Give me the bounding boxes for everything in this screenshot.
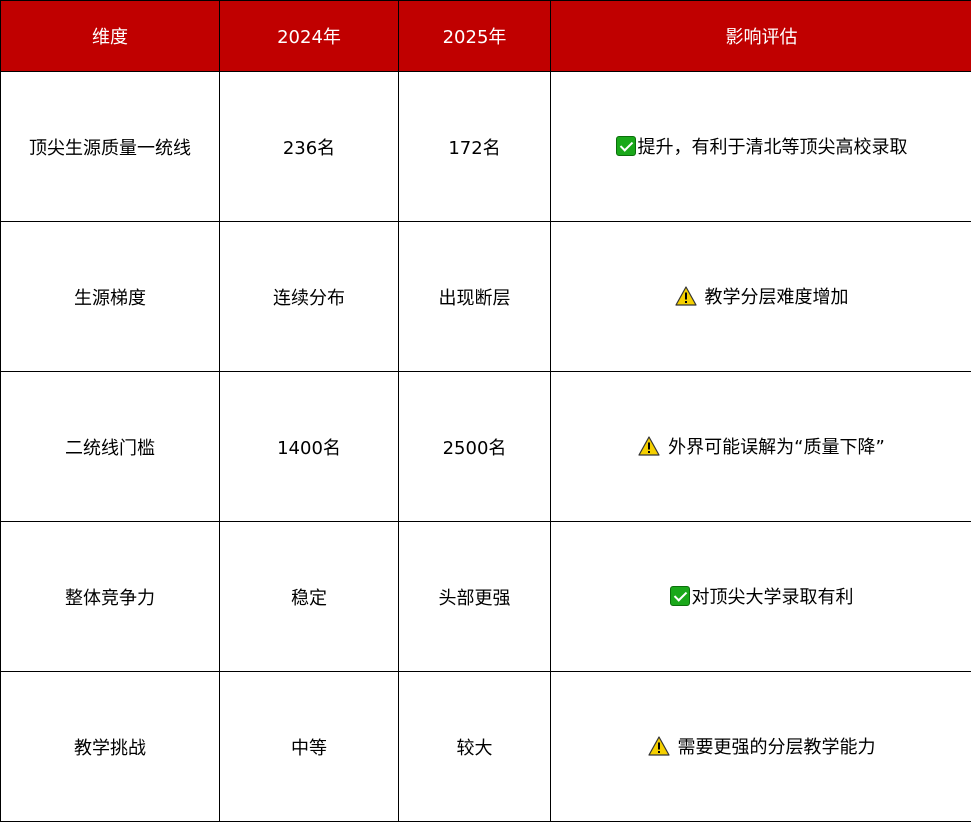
cell-2025: 头部更强	[398, 521, 551, 672]
header-2025: 2025年	[398, 0, 551, 72]
warning-icon	[647, 735, 670, 756]
cell-dimension: 顶尖生源质量一统线	[0, 71, 220, 222]
cell-impact: 外界可能误解为“质量下降”	[550, 371, 971, 522]
impact-text: 对顶尖大学录取有利	[691, 586, 854, 608]
cell-2024: 1400名	[219, 371, 399, 522]
impact-content: 对顶尖大学录取有利	[669, 583, 854, 609]
table-row: 二统线门槛 1400名 2500名 外界可能误解为“质量下降”	[0, 371, 971, 522]
cell-impact: 需要更强的分层教学能力	[550, 671, 971, 822]
warning-icon	[674, 285, 697, 306]
cell-2024: 连续分布	[219, 221, 399, 372]
check-icon	[615, 135, 636, 156]
cell-impact: 对顶尖大学录取有利	[550, 521, 971, 672]
cell-2024: 中等	[219, 671, 399, 822]
cell-dimension: 整体竞争力	[0, 521, 220, 672]
header-2024: 2024年	[219, 0, 399, 72]
impact-content: 外界可能误解为“质量下降”	[638, 433, 885, 459]
cell-2025: 172名	[398, 71, 551, 222]
header-row: 维度 2024年 2025年 影响评估	[0, 0, 971, 72]
table-row: 顶尖生源质量一统线 236名 172名 提升，有利于清北等顶尖高校录取	[0, 71, 971, 222]
table-row: 教学挑战 中等 较大 需要更强的分层教学能力	[0, 671, 971, 822]
cell-2025: 较大	[398, 671, 551, 822]
table-row: 整体竞争力 稳定 头部更强 对顶尖大学录取有利	[0, 521, 971, 672]
header-dimension: 维度	[0, 0, 220, 72]
cell-2025: 出现断层	[398, 221, 551, 372]
impact-content: 教学分层难度增加	[674, 283, 849, 309]
impact-text: 外界可能误解为“质量下降”	[668, 436, 885, 458]
cell-dimension: 教学挑战	[0, 671, 220, 822]
table-body: 顶尖生源质量一统线 236名 172名 提升，有利于清北等顶尖高校录取 生源梯度…	[0, 71, 971, 822]
table-row: 生源梯度 连续分布 出现断层 教学分层难度增加	[0, 221, 971, 372]
cell-2024: 稳定	[219, 521, 399, 672]
cell-impact: 教学分层难度增加	[550, 221, 971, 372]
impact-text: 提升，有利于清北等顶尖高校录取	[637, 136, 908, 158]
check-icon	[669, 585, 690, 606]
impact-text: 教学分层难度增加	[704, 286, 849, 308]
cell-2025: 2500名	[398, 371, 551, 522]
cell-dimension: 生源梯度	[0, 221, 220, 372]
table-header: 维度 2024年 2025年 影响评估	[0, 0, 971, 72]
comparison-table: 维度 2024年 2025年 影响评估 顶尖生源质量一统线 236名 172名 …	[0, 0, 971, 822]
warning-icon	[638, 435, 660, 456]
impact-text: 需要更强的分层教学能力	[677, 736, 876, 758]
impact-content: 提升，有利于清北等顶尖高校录取	[615, 133, 908, 159]
cell-2024: 236名	[219, 71, 399, 222]
header-impact: 影响评估	[550, 0, 971, 72]
cell-dimension: 二统线门槛	[0, 371, 220, 522]
cell-impact: 提升，有利于清北等顶尖高校录取	[550, 71, 971, 222]
impact-content: 需要更强的分层教学能力	[647, 733, 876, 759]
